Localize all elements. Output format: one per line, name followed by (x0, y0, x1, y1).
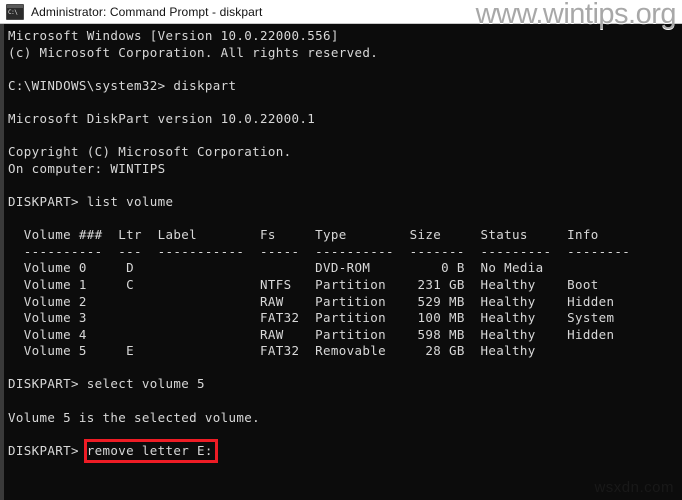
console-line: Volume 1 C NTFS Partition 231 GB Healthy… (8, 276, 599, 292)
console-line: Volume 4 RAW Partition 598 MB Healthy Hi… (8, 326, 615, 342)
console-line: (c) Microsoft Corporation. All rights re… (8, 44, 379, 60)
console-line: Microsoft DiskPart version 10.0.22000.1 (8, 110, 316, 126)
console-text-container: Microsoft Windows [Version 10.0.22000.55… (4, 24, 682, 459)
command-prompt-window[interactable]: Administrator: Command Prompt - diskpart… (0, 0, 682, 500)
console-line: DISKPART> select volume 5 (8, 376, 205, 392)
console-window-icon (6, 3, 24, 20)
console-line: DISKPART> remove letter E: (8, 442, 213, 458)
console-line: Volume 5 E FAT32 Removable 28 GB Healthy (8, 343, 536, 359)
window-title: Administrator: Command Prompt - diskpart (31, 4, 263, 19)
console-line: DISKPART> list volume (8, 193, 174, 209)
watermark-wsxdn: wsxdn.com (594, 479, 674, 496)
console-line: On computer: WINTIPS (8, 160, 166, 176)
console-output-area[interactable]: Microsoft Windows [Version 10.0.22000.55… (0, 24, 682, 500)
console-line: ---------- --- ----------- ----- -------… (8, 243, 631, 259)
console-line: Copyright (C) Microsoft Corporation. (8, 144, 292, 160)
console-line: Volume ### Ltr Label Fs Type Size Status… (8, 227, 599, 243)
titlebar[interactable]: Administrator: Command Prompt - diskpart (0, 0, 682, 24)
console-line: Volume 5 is the selected volume. (8, 409, 261, 425)
console-line: Volume 0 D DVD-ROM 0 B No Media (8, 260, 544, 276)
console-line: C:\WINDOWS\system32> diskpart (8, 77, 237, 93)
console-line: Volume 2 RAW Partition 529 MB Healthy Hi… (8, 293, 615, 309)
console-line: Volume 3 FAT32 Partition 100 MB Healthy … (8, 310, 615, 326)
console-line: Microsoft Windows [Version 10.0.22000.55… (8, 28, 339, 43)
